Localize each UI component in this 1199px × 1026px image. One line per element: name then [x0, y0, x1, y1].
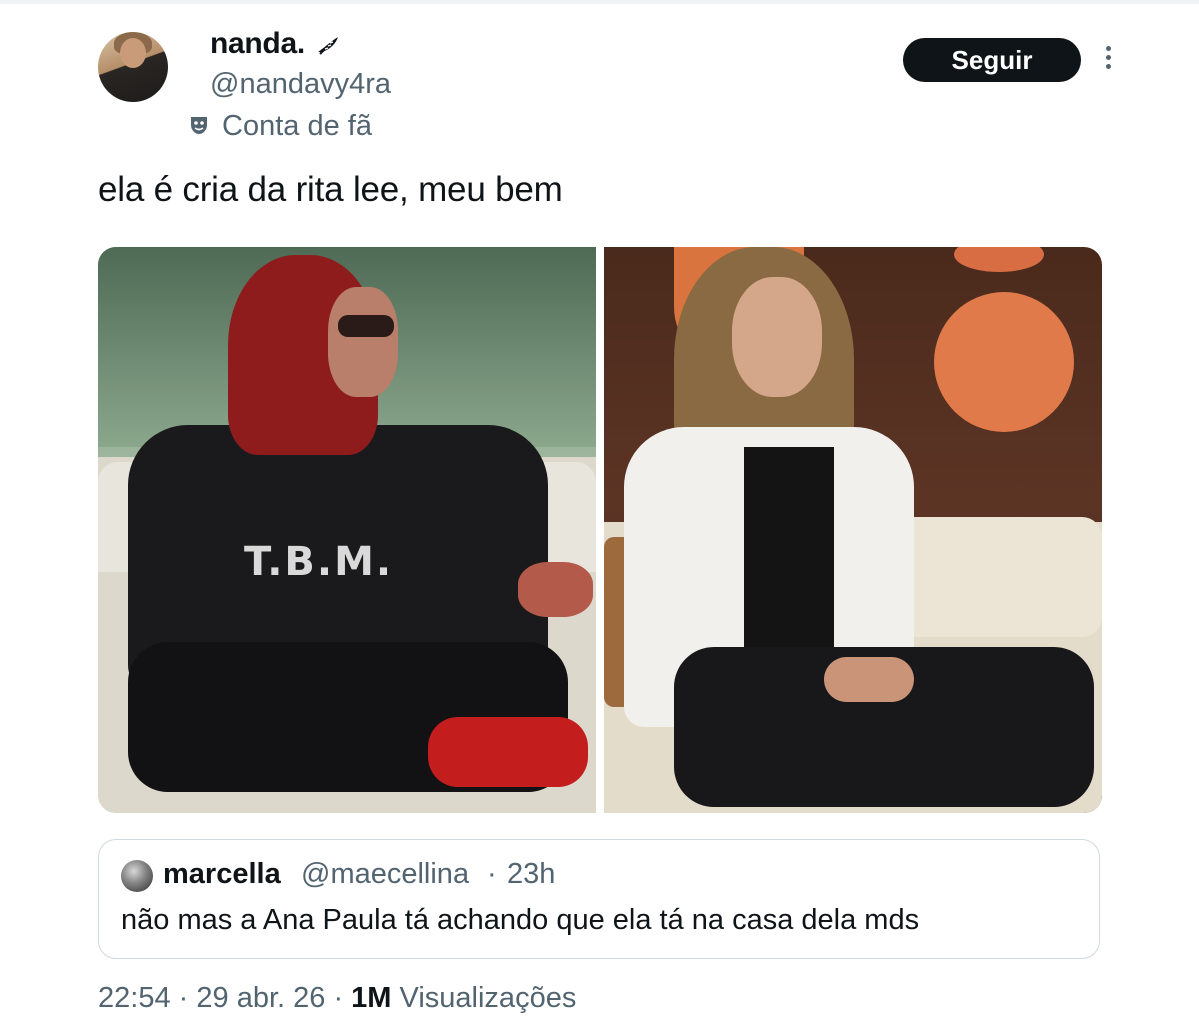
quoted-tweet-text: não mas a Ana Paula tá achando que ela t…	[121, 904, 920, 936]
tweet-media[interactable]: T.B.M.	[98, 247, 1102, 813]
quoted-author-avatar	[121, 860, 153, 892]
photo-figure-face	[732, 277, 822, 397]
photo-decor-circle	[934, 292, 1074, 432]
photo-decor-circle-top	[954, 247, 1044, 272]
photo-figure-face	[328, 287, 398, 397]
more-vertical-icon[interactable]	[1101, 46, 1115, 76]
feather-icon	[318, 37, 338, 55]
meta-separator: ·	[333, 982, 344, 1014]
media-photo-left[interactable]: T.B.M.	[98, 247, 596, 813]
photo-figure-hand	[518, 562, 593, 617]
theater-mask-icon	[191, 117, 207, 134]
follow-button[interactable]: Seguir	[903, 38, 1081, 82]
photo-figure-top	[744, 447, 834, 667]
fan-account-label: Conta de fã	[222, 110, 372, 142]
views-count: 1M	[351, 982, 392, 1014]
quoted-timestamp: 23h	[507, 858, 556, 890]
photo-figure-hands	[824, 657, 914, 702]
photo-figure-shoe	[428, 717, 588, 787]
avatar-face	[120, 38, 146, 68]
photo-figure-glasses	[338, 315, 394, 337]
author-avatar[interactable]	[98, 32, 168, 102]
tweet-meta: 22:54 · 29 abr. 26 · 1M Visualizações	[98, 982, 576, 1015]
quoted-author-name: marcella	[163, 858, 281, 890]
meta-separator: ·	[178, 982, 189, 1014]
tweet-text: ela é cria da rita lee, meu bem	[98, 170, 563, 209]
photo-shirt-text: T.B.M.	[244, 539, 394, 585]
top-divider	[0, 0, 1199, 4]
quoted-separator: ·	[487, 858, 497, 890]
tweet-time[interactable]: 22:54	[98, 982, 171, 1014]
tweet-date[interactable]: 29 abr. 26	[196, 982, 325, 1014]
quoted-author-handle: @maecellina	[301, 858, 470, 890]
media-photo-right[interactable]	[604, 247, 1102, 813]
quoted-tweet[interactable]: marcella @maecellina · 23h não mas a Ana…	[98, 839, 1100, 959]
media-divider	[596, 247, 604, 813]
views-label: Visualizações	[399, 982, 577, 1014]
author-handle[interactable]: @nandavy4ra	[210, 68, 391, 101]
author-display-name[interactable]: nanda.	[210, 27, 305, 61]
